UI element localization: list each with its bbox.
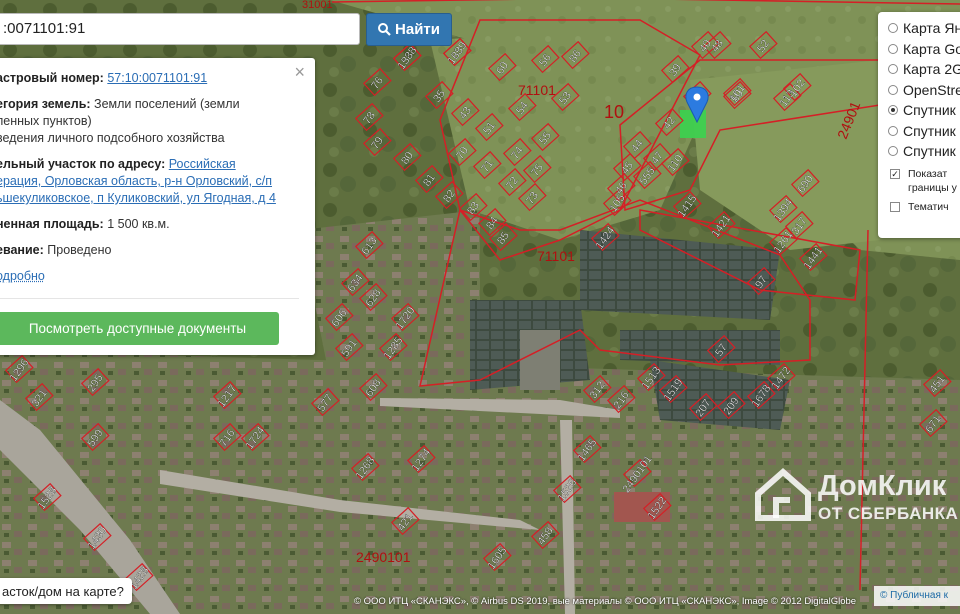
category-value-2: ленных пунктов) xyxy=(0,114,92,128)
search-button[interactable]: Найти xyxy=(366,13,452,46)
parcel-info-panel: × астровый номер: 57:10:0071101:91 егори… xyxy=(0,58,315,355)
radio-icon[interactable] xyxy=(888,23,898,34)
category-value-1: Земли поселений (земли xyxy=(94,97,240,111)
category-label: егория земель: xyxy=(0,97,91,111)
radio-icon[interactable] xyxy=(888,84,898,95)
show-borders-label: Показат границы у xyxy=(908,167,957,194)
layer-label: Спутник xyxy=(903,122,956,139)
checkbox-checked-icon[interactable]: ✓ xyxy=(890,168,900,179)
layer-label: Спутник xyxy=(903,143,956,160)
layer-option[interactable]: Карта Ян xyxy=(888,18,960,39)
view-documents-button[interactable]: Посмотреть доступные документы xyxy=(0,312,279,345)
radio-selected-icon[interactable] xyxy=(888,105,898,116)
radio-icon[interactable] xyxy=(888,64,898,75)
layer-option[interactable]: Карта Go xyxy=(888,39,960,60)
address-link-2[interactable]: ерация, Орловская область, р-н Орловский… xyxy=(0,174,272,188)
survey-value: Проведено xyxy=(47,243,112,257)
thematic-option[interactable]: Тематич xyxy=(888,200,960,214)
block-label-b: 10 xyxy=(604,102,624,122)
block-label-d: 2490101 xyxy=(356,549,411,565)
radio-icon[interactable] xyxy=(888,146,898,157)
layer-switcher: Карта Ян Карта Go Карта 2G OpenStre Спут… xyxy=(878,12,960,238)
public-map-link[interactable]: © Публичная к xyxy=(874,586,960,606)
area-label: ненная площадь: xyxy=(0,217,104,231)
search-button-label: Найти xyxy=(395,21,440,38)
checkbox-icon[interactable] xyxy=(890,201,900,212)
divider xyxy=(0,298,299,299)
block-label-a: 71101 xyxy=(518,82,556,98)
cadastral-number-link[interactable]: 57:10:0071101:91 xyxy=(107,71,207,85)
search-input[interactable]: :0071101:91 xyxy=(0,13,360,45)
layer-option[interactable]: Спутник xyxy=(888,141,960,162)
layer-label: Спутник xyxy=(903,102,956,119)
layer-option[interactable]: Карта 2G xyxy=(888,59,960,80)
watermark-name: ДомКлик xyxy=(818,470,947,502)
address-link-1[interactable]: Российская xyxy=(169,157,236,171)
category-value-3: ведения личного подсобного хозяйства xyxy=(0,131,225,145)
map-attribution: © ООО ИТЦ «СКАНЭКС», © Airbus DS 2019, в… xyxy=(354,596,857,607)
layer-option[interactable]: OpenStre xyxy=(888,80,960,101)
layer-label: Карта Ян xyxy=(903,20,960,37)
house-logo-icon xyxy=(755,468,811,521)
area-value: 1 500 кв.м. xyxy=(107,217,170,231)
search-icon xyxy=(378,23,391,36)
watermark-sub: ОТ СБЕРБАНКА xyxy=(818,504,959,523)
radio-icon[interactable] xyxy=(888,43,898,54)
show-borders-option[interactable]: ✓ Показат границы у xyxy=(888,167,960,195)
close-icon[interactable]: × xyxy=(294,63,305,81)
more-details-link[interactable]: одробно xyxy=(0,269,45,283)
radio-icon[interactable] xyxy=(888,125,898,136)
layer-label: Карта 2G xyxy=(903,61,960,78)
layer-option[interactable]: Спутник xyxy=(888,121,960,142)
survey-label: евание: xyxy=(0,243,44,257)
domclick-watermark: ДомКлик ОТ СБЕРБАНКА xyxy=(748,460,960,528)
layer-label: OpenStre xyxy=(903,81,960,98)
block-label-c: 71101 xyxy=(537,248,575,264)
top-code-label: 31001 xyxy=(302,0,333,11)
layer-label: Карта Go xyxy=(903,40,960,57)
thematic-label: Тематич xyxy=(908,200,949,213)
address-label: ельный участок по адресу: xyxy=(0,157,166,171)
address-link-3[interactable]: ьшекуликовское, п Куликовский, ул Ягодна… xyxy=(0,191,276,205)
find-parcel-button[interactable]: асток/дом на карте? xyxy=(0,578,132,604)
layer-option-selected[interactable]: Спутник xyxy=(888,100,960,121)
cadastral-label: астровый номер: xyxy=(0,71,104,85)
